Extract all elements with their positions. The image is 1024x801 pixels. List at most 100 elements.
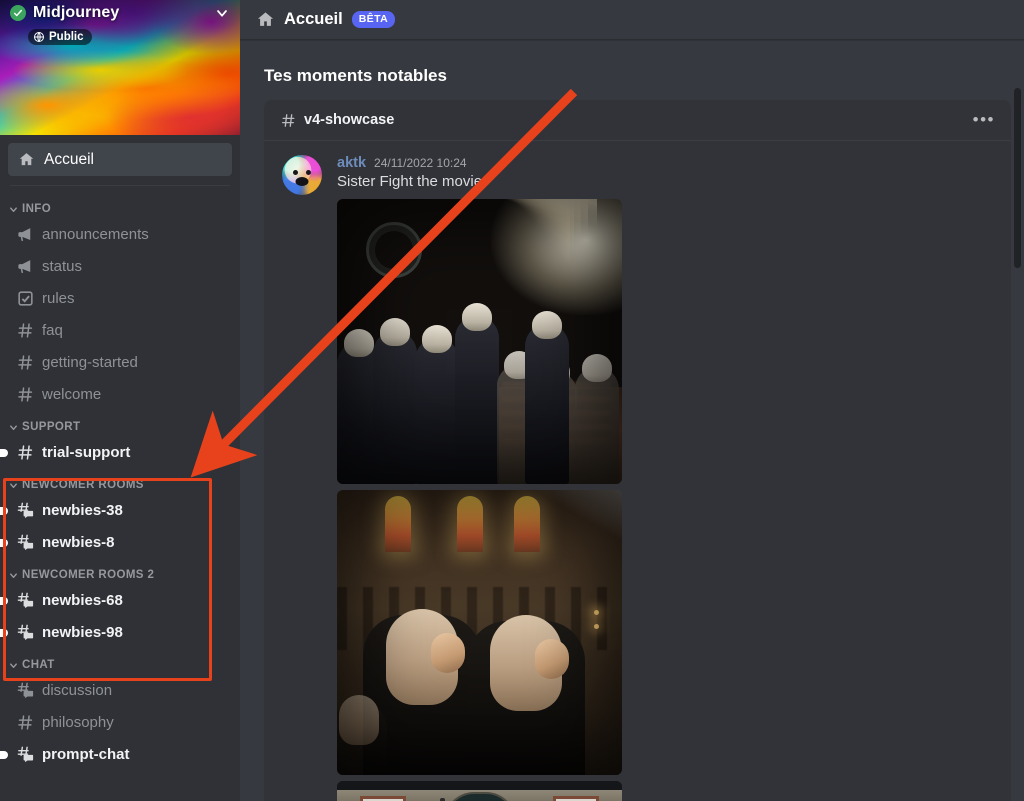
chevron-down-icon <box>8 480 19 491</box>
card-header[interactable]: v4-showcase ••• <box>264 100 1011 141</box>
hash-thread-icon <box>16 681 35 700</box>
top-bar: Accueil BÊTA <box>240 0 1024 40</box>
sidebar-home-label: Accueil <box>44 150 94 168</box>
category-header-chat[interactable]: CHAT <box>0 649 240 674</box>
channel-label: announcements <box>42 226 149 243</box>
section-title: Tes moments notables <box>264 66 447 85</box>
channel-label: getting-started <box>42 354 138 371</box>
attachment-image-1[interactable] <box>337 199 622 484</box>
category-header-info[interactable]: INFO <box>0 193 240 218</box>
image1-vignette <box>337 199 622 484</box>
chevron-down-icon <box>8 660 19 671</box>
channel-label: newbies-38 <box>42 502 123 519</box>
sidebar-channel-rules[interactable]: rules <box>8 283 232 314</box>
sidebar-channel-status[interactable]: status <box>8 251 232 282</box>
category-label: NEWCOMER ROOMS <box>22 479 144 491</box>
hash-thread-icon <box>16 533 35 552</box>
category-label: SUPPORT <box>22 421 81 433</box>
sidebar-channel-newbies-98[interactable]: newbies-98 <box>0 617 232 648</box>
server-privacy-badge: Public <box>28 29 92 45</box>
globe-icon <box>34 32 44 42</box>
sidebar-channel-getting-started[interactable]: getting-started <box>8 347 232 378</box>
server-banner[interactable]: Midjourney Public <box>0 0 240 135</box>
sidebar-channel-trial-support[interactable]: trial-support <box>0 437 232 468</box>
server-header[interactable]: Midjourney Public <box>0 4 240 48</box>
avatar-eye-right <box>305 170 311 176</box>
category-header-newcomer-rooms[interactable]: NEWCOMER ROOMS <box>0 469 240 494</box>
unread-indicator <box>0 538 8 547</box>
channel-label: rules <box>42 290 75 307</box>
beta-badge: BÊTA <box>351 11 396 28</box>
sidebar-channel-announcements[interactable]: announcements <box>8 219 232 250</box>
image3-window-right <box>553 796 600 801</box>
message-body: aktk 24/11/2022 10:24 Sister Fight the m… <box>337 155 995 801</box>
sidebar-channel-newbies-8[interactable]: newbies-8 <box>0 527 232 558</box>
home-icon <box>18 151 35 168</box>
avatar-snout <box>295 177 309 187</box>
hash-icon <box>16 321 35 340</box>
hash-thread-icon <box>16 623 35 642</box>
image2-vignette <box>337 490 622 775</box>
chevron-down-icon <box>8 422 19 433</box>
attachment-image-3[interactable] <box>337 781 622 801</box>
hash-icon <box>16 385 35 404</box>
home-icon <box>256 10 275 29</box>
avatar[interactable] <box>282 155 322 195</box>
sidebar-channel-philosophy[interactable]: philosophy <box>8 707 232 738</box>
channel-label: discussion <box>42 682 113 699</box>
discord-app-window: Midjourney Public Accueil INFO announcem… <box>0 0 1024 801</box>
unread-indicator <box>0 596 8 605</box>
more-options-icon[interactable]: ••• <box>973 111 995 128</box>
unread-indicator <box>0 750 8 759</box>
unread-indicator <box>0 448 8 457</box>
announcement-megaphone-icon <box>16 257 35 276</box>
verified-check-icon <box>10 5 26 21</box>
image3-window-left <box>359 796 406 801</box>
attachment-image-2[interactable] <box>337 490 622 775</box>
hash-thread-icon <box>16 501 35 520</box>
hash-thread-icon <box>16 745 35 764</box>
server-privacy-label: Public <box>49 31 84 43</box>
image3-sky <box>337 781 622 790</box>
sidebar-channel-faq[interactable]: faq <box>8 315 232 346</box>
sidebar-home-wrap: Accueil <box>0 135 240 176</box>
card-channel-name: v4-showcase <box>304 112 395 128</box>
channel-label: newbies-68 <box>42 592 123 609</box>
chevron-down-icon[interactable] <box>214 5 230 21</box>
sidebar-item-home[interactable]: Accueil <box>8 143 232 176</box>
chevron-down-icon <box>8 204 19 215</box>
notable-moment-card: v4-showcase ••• aktk 24/11/2022 10:24 Si… <box>264 100 1011 801</box>
message-header: aktk 24/11/2022 10:24 <box>337 155 995 171</box>
hash-icon <box>16 713 35 732</box>
category-header-support[interactable]: SUPPORT <box>0 411 240 436</box>
channel-label: welcome <box>42 386 102 403</box>
sidebar-channel-welcome[interactable]: welcome <box>8 379 232 410</box>
message: aktk 24/11/2022 10:24 Sister Fight the m… <box>264 141 1011 801</box>
rules-checkbox-icon <box>16 289 35 308</box>
channel-label: faq <box>42 322 63 339</box>
content-scroll-area: Tes moments notables v4-showcase ••• akt… <box>240 40 1024 801</box>
announcement-megaphone-icon <box>16 225 35 244</box>
sidebar-channel-discussion[interactable]: discussion <box>8 675 232 706</box>
sidebar-channel-newbies-68[interactable]: newbies-68 <box>0 585 232 616</box>
category-label: CHAT <box>22 659 55 671</box>
channel-label: prompt-chat <box>42 746 130 763</box>
channel-sidebar: Midjourney Public Accueil INFO announcem… <box>0 0 240 801</box>
server-name: Midjourney <box>33 4 120 21</box>
sidebar-channel-prompt-chat[interactable]: prompt-chat <box>0 739 232 770</box>
hash-icon <box>280 112 297 129</box>
content-scrollbar[interactable] <box>1014 88 1021 268</box>
server-name-row[interactable]: Midjourney <box>10 4 230 22</box>
message-timestamp: 24/11/2022 10:24 <box>374 156 467 170</box>
category-header-newcomer-rooms-2[interactable]: NEWCOMER ROOMS 2 <box>0 559 240 584</box>
hash-icon <box>16 443 35 462</box>
channel-label: newbies-98 <box>42 624 123 641</box>
sidebar-channel-newbies-38[interactable]: newbies-38 <box>0 495 232 526</box>
channel-label: philosophy <box>42 714 114 731</box>
unread-indicator <box>0 506 8 515</box>
message-username[interactable]: aktk <box>337 155 366 171</box>
category-label: INFO <box>22 203 52 215</box>
channel-list: INFO announcements status rules faq gett… <box>0 186 240 801</box>
channel-label: newbies-8 <box>42 534 115 551</box>
message-text: Sister Fight the movie <box>337 173 483 190</box>
